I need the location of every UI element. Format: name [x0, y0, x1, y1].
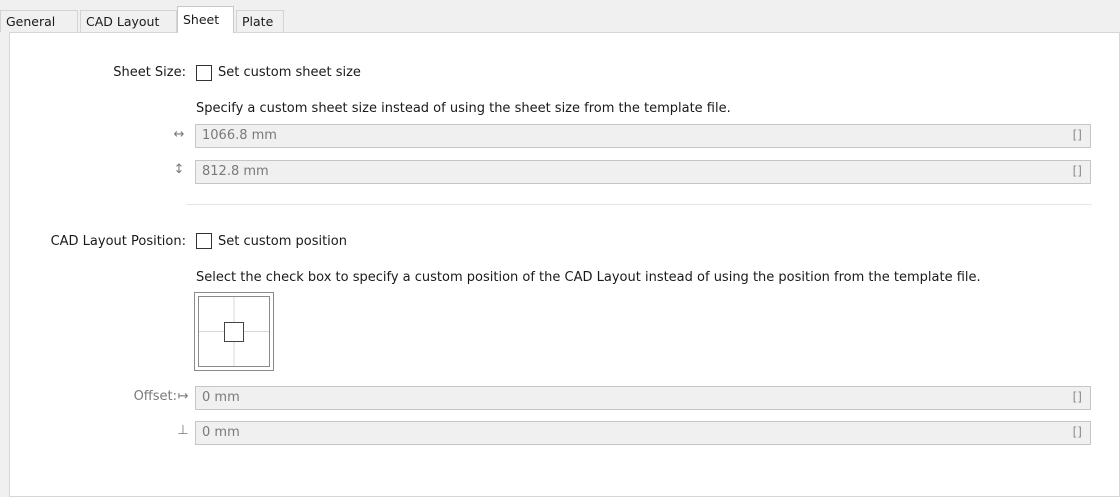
- sheet-width-field[interactable]: 1066.8 mm []: [195, 124, 1091, 148]
- offset-x-value: 0 mm: [202, 390, 240, 405]
- custom-sheet-size-checkbox[interactable]: [196, 65, 212, 81]
- tab-plate[interactable]: Plate: [236, 10, 284, 32]
- sheet-height-field[interactable]: 812.8 mm []: [195, 160, 1091, 184]
- sheet-size-label: Sheet Size:: [113, 65, 186, 80]
- offset-x-expression-icon[interactable]: []: [1073, 390, 1082, 404]
- tab-sheet[interactable]: Sheet: [177, 6, 234, 33]
- custom-sheet-size-checkbox-label[interactable]: Set custom sheet size: [218, 65, 361, 80]
- offset-x-icon: ↦: [177, 389, 189, 404]
- sheet-height-expression-icon[interactable]: []: [1073, 164, 1082, 178]
- sheet-width-value: 1066.8 mm: [202, 128, 277, 143]
- cad-layout-position-description: Select the check box to specify a custom…: [196, 270, 981, 285]
- custom-position-checkbox[interactable]: [196, 233, 212, 249]
- sheet-width-expression-icon[interactable]: []: [1073, 128, 1082, 142]
- offset-y-icon: ⊥: [177, 423, 189, 438]
- position-preview-widget[interactable]: [194, 292, 274, 371]
- offset-y-value: 0 mm: [202, 425, 240, 440]
- sheet-height-value: 812.8 mm: [202, 164, 269, 179]
- section-divider: [186, 204, 1092, 205]
- width-arrow-icon: ↔: [173, 127, 185, 142]
- offset-y-expression-icon[interactable]: []: [1073, 425, 1082, 439]
- tab-general[interactable]: General: [0, 10, 78, 32]
- position-preview-icon: [194, 292, 274, 371]
- sheet-tab-panel: Sheet Size: Set custom sheet size Specif…: [9, 32, 1120, 497]
- offset-y-field[interactable]: 0 mm []: [195, 421, 1091, 445]
- height-arrow-icon: ↕: [173, 162, 185, 177]
- offset-x-field[interactable]: 0 mm []: [195, 386, 1091, 410]
- offset-label: Offset:: [133, 389, 177, 404]
- tab-cad-layout[interactable]: CAD Layout: [80, 10, 177, 32]
- cad-layout-position-label: CAD Layout Position:: [50, 234, 186, 249]
- tab-bar: General CAD Layout Sheet Plate: [0, 0, 1120, 33]
- sheet-size-description: Specify a custom sheet size instead of u…: [196, 101, 731, 116]
- custom-position-checkbox-label[interactable]: Set custom position: [218, 234, 347, 249]
